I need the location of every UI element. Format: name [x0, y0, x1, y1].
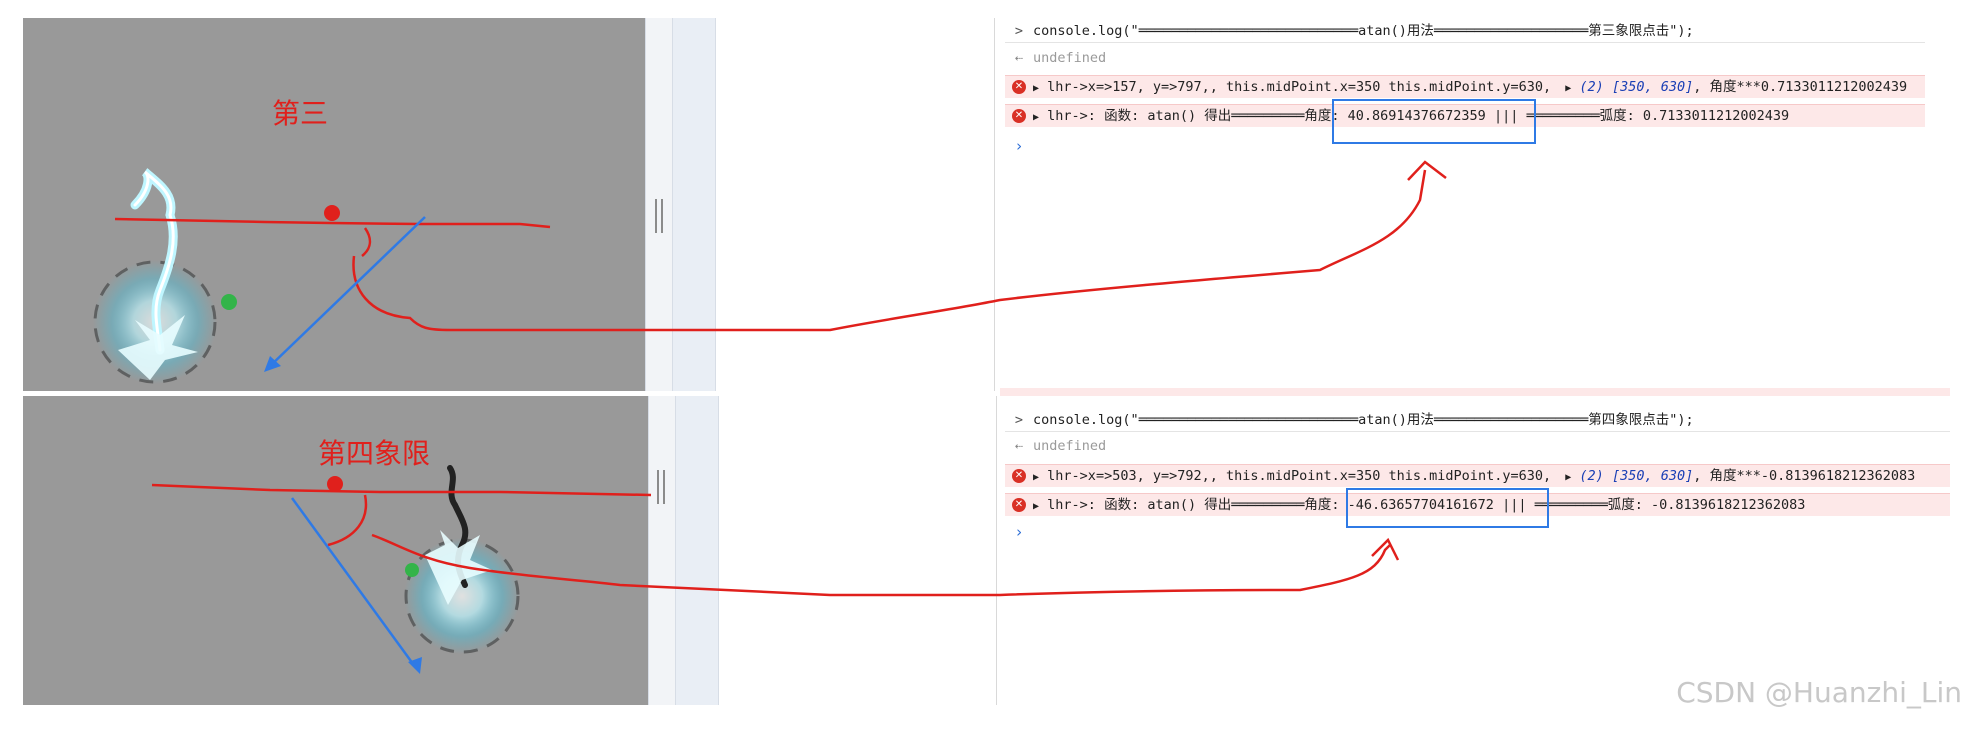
watermark: CSDN @Huanzhi_Lin — [1676, 676, 1962, 709]
direction-arrow — [290, 497, 418, 669]
lightning-sprite — [404, 465, 520, 654]
target-marker-green — [405, 563, 419, 577]
annotation-layer — [93, 160, 1447, 674]
lightning-sprite — [93, 168, 217, 384]
mid-point-marker — [324, 205, 340, 221]
angle-arc — [361, 227, 372, 257]
callout-curve — [371, 533, 1391, 597]
direction-arrow — [267, 216, 426, 369]
mid-point-marker — [327, 476, 343, 492]
callout-arrowhead — [1407, 160, 1447, 181]
target-marker-green — [221, 294, 237, 310]
horizontal-axis-line — [151, 483, 652, 497]
angle-arc — [327, 494, 368, 547]
callout-curve — [352, 169, 1427, 332]
